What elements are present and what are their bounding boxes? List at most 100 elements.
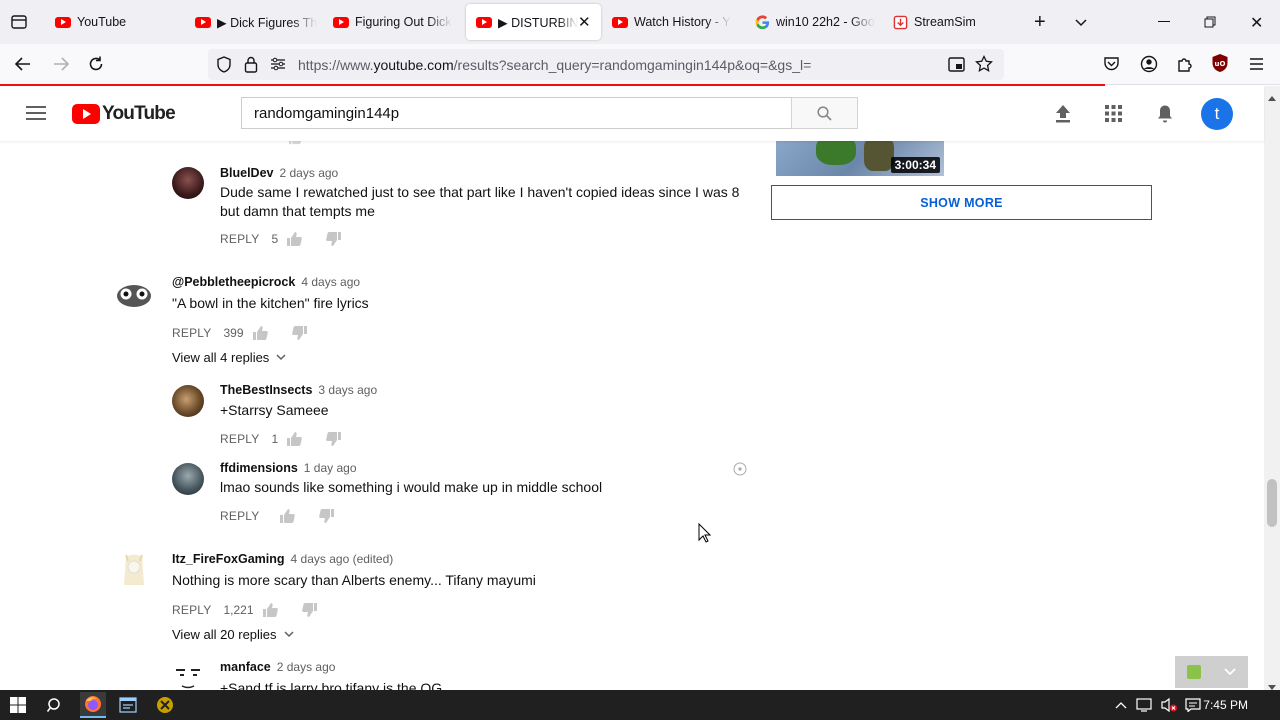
comment-author[interactable]: Itz_FireFoxGaming 4 days ago (edited) xyxy=(172,552,393,566)
app-menu-icon[interactable] xyxy=(1249,57,1264,76)
comment-author-name[interactable]: TheBestInsects xyxy=(220,383,312,397)
view-replies-toggle[interactable]: View all 4 replies xyxy=(172,350,286,365)
upload-icon[interactable] xyxy=(1054,104,1072,128)
page-scrollbar[interactable] xyxy=(1264,86,1280,690)
lock-icon[interactable] xyxy=(244,56,258,78)
close-window-icon[interactable]: ✕ xyxy=(1250,13,1263,33)
thumbs-down-icon[interactable] xyxy=(326,431,342,447)
comment-author[interactable]: @Pebbletheepicrock 4 days ago xyxy=(172,275,360,289)
tab-figuring-out[interactable]: Figuring Out Dick xyxy=(323,4,463,40)
apps-grid-icon[interactable] xyxy=(1105,105,1122,127)
avatar[interactable] xyxy=(172,385,204,417)
comment-timestamp[interactable]: 4 days ago xyxy=(301,275,360,289)
comment-timestamp[interactable]: 1 day ago xyxy=(304,461,357,475)
close-tab-icon[interactable]: ✕ xyxy=(578,13,591,31)
reply-button[interactable]: REPLY xyxy=(220,432,259,446)
view-replies-toggle[interactable]: View all 20 replies xyxy=(172,627,294,642)
tab-disturbing[interactable]: ▶ DISTURBING ✕ xyxy=(466,4,601,40)
thumbs-up-icon[interactable] xyxy=(262,602,278,618)
show-more-button[interactable]: SHOW MORE xyxy=(771,185,1152,220)
comment-timestamp[interactable]: 3 days ago xyxy=(318,383,377,397)
video-thumbnail[interactable]: 3:00:34 xyxy=(776,141,944,176)
forward-arrow-icon[interactable] xyxy=(52,55,70,78)
url-text[interactable]: https://www.youtube.com/results?search_q… xyxy=(298,57,811,73)
comment-author[interactable]: manface 2 days ago xyxy=(220,660,335,674)
chevron-down-icon[interactable] xyxy=(1224,668,1236,676)
reply-button[interactable]: REPLY xyxy=(172,603,211,617)
floating-widget[interactable] xyxy=(1175,656,1248,688)
chevron-down-icon xyxy=(284,631,294,638)
reply-button[interactable]: REPLY xyxy=(172,326,211,340)
new-tab-icon[interactable]: + xyxy=(1034,11,1046,34)
comment-author-name[interactable]: manface xyxy=(220,660,271,674)
avatar[interactable] xyxy=(172,463,204,495)
user-avatar-letter: t xyxy=(1214,104,1220,123)
comment-author[interactable]: ffdimensions 1 day ago xyxy=(220,461,357,475)
thumbs-down-icon[interactable] xyxy=(291,325,308,341)
volume-muted-icon[interactable] xyxy=(1158,694,1180,716)
thumbs-up-icon[interactable] xyxy=(279,508,296,524)
app-x-icon[interactable] xyxy=(154,694,176,716)
thumbs-down-icon[interactable] xyxy=(319,508,335,524)
tab-google-win10[interactable]: win10 22h2 - Goo xyxy=(744,4,882,40)
avatar[interactable] xyxy=(172,662,204,690)
account-icon[interactable] xyxy=(1140,55,1158,78)
comment-author-name[interactable]: ffdimensions xyxy=(220,461,298,475)
app-window-icon[interactable] xyxy=(117,694,139,716)
windows-start-icon[interactable] xyxy=(7,694,29,716)
reply-button[interactable]: REPLY xyxy=(220,232,259,246)
search-button[interactable] xyxy=(791,97,858,129)
restore-window-icon[interactable] xyxy=(1204,15,1216,33)
back-arrow-icon[interactable] xyxy=(14,55,32,78)
firefox-icon[interactable] xyxy=(80,692,106,718)
thumbs-down-icon[interactable] xyxy=(301,602,318,618)
avatar[interactable] xyxy=(114,551,154,591)
thumbs-down-icon[interactable] xyxy=(326,231,342,247)
comment-author[interactable]: TheBestInsects 3 days ago xyxy=(220,383,377,397)
url-prefix: https://www. xyxy=(298,57,374,73)
pocket-icon[interactable] xyxy=(1103,56,1120,77)
notifications-bell-icon[interactable] xyxy=(1156,104,1174,129)
tab-watch-history[interactable]: Watch History - Y xyxy=(602,4,744,40)
taskbar-clock[interactable]: 7:45 PM xyxy=(1203,698,1248,712)
tab-label: StreamSim xyxy=(914,15,976,29)
thumbs-up-icon[interactable] xyxy=(286,231,302,247)
youtube-logo[interactable]: YouTube xyxy=(72,103,176,125)
reply-button[interactable]: REPLY xyxy=(220,509,259,523)
thumbs-up-icon[interactable] xyxy=(288,141,302,150)
guide-menu-icon[interactable] xyxy=(26,106,46,125)
picture-in-picture-icon[interactable] xyxy=(948,57,965,77)
comment-author-name[interactable]: BluelDev xyxy=(220,166,274,180)
comment-author-name[interactable]: @Pebbletheepicrock xyxy=(172,275,295,289)
url-bar[interactable]: https://www.youtube.com/results?search_q… xyxy=(208,49,1004,80)
action-center-icon[interactable] xyxy=(1182,694,1204,716)
thumbs-up-icon[interactable] xyxy=(286,431,302,447)
comment-timestamp[interactable]: 4 days ago (edited) xyxy=(291,552,394,566)
bookmark-star-icon[interactable] xyxy=(975,54,993,78)
minimize-window-icon[interactable] xyxy=(1158,21,1170,22)
comment-timestamp[interactable]: 2 days ago xyxy=(277,660,336,674)
ublock-origin-icon[interactable]: uO xyxy=(1211,53,1229,78)
permissions-icon[interactable] xyxy=(270,57,286,76)
comment-timestamp[interactable]: 2 days ago xyxy=(280,166,339,180)
chevron-up-icon[interactable] xyxy=(1110,694,1132,716)
tab-dick-figures[interactable]: ▶ Dick Figures Th xyxy=(185,4,323,40)
tab-overview-icon[interactable] xyxy=(10,13,28,31)
scroll-up-arrow-icon[interactable] xyxy=(1268,88,1276,106)
shield-icon[interactable] xyxy=(216,56,232,78)
comment-author-name[interactable]: Itz_FireFoxGaming xyxy=(172,552,285,566)
search-icon[interactable] xyxy=(44,694,66,716)
scrollbar-thumb[interactable] xyxy=(1267,479,1277,527)
avatar[interactable] xyxy=(172,167,204,199)
comment-author[interactable]: BluelDev 2 days ago xyxy=(220,166,338,180)
list-all-tabs-icon[interactable] xyxy=(1074,15,1088,33)
thumbs-up-icon[interactable] xyxy=(252,325,268,341)
avatar[interactable] xyxy=(114,274,154,314)
tab-streamsim[interactable]: StreamSim xyxy=(882,4,1022,40)
reload-icon[interactable] xyxy=(87,55,105,78)
tab-youtube[interactable]: YouTube xyxy=(45,4,185,40)
search-input[interactable]: randomgamingin144p xyxy=(241,97,792,129)
extensions-icon[interactable] xyxy=(1176,55,1194,78)
network-icon[interactable] xyxy=(1134,694,1156,716)
user-avatar-button[interactable]: t xyxy=(1201,98,1233,130)
